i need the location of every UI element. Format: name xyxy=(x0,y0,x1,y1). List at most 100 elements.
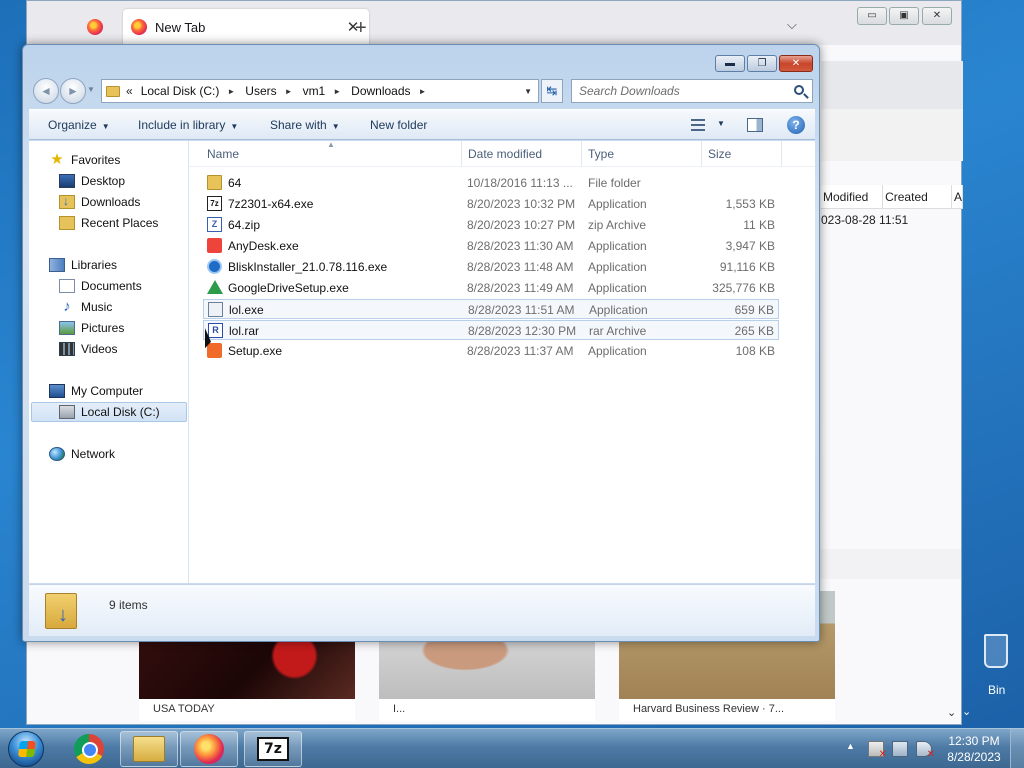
firefox-minimize-button[interactable]: ▭ xyxy=(857,7,887,25)
nav-item-pictures[interactable]: Pictures xyxy=(59,318,124,338)
file-row-7z2301-exe[interactable]: 7z 7z2301-x64.exe 8/20/2023 10:32 PM App… xyxy=(203,194,779,214)
system-clock[interactable]: 12:30 PM 8/28/2023 xyxy=(944,733,1004,765)
taskbar: 7z ▲ 12:30 PM 8/28/2023 xyxy=(0,728,1024,768)
file-row-setup-exe[interactable]: Setup.exe 8/28/2023 11:37 AM Application… xyxy=(203,341,779,361)
action-center-flag-icon[interactable] xyxy=(868,741,887,760)
breadcrumb-downloads[interactable]: Downloads xyxy=(351,84,410,98)
details-pane: 9 items xyxy=(29,584,815,636)
breadcrumb-separator[interactable]: ► xyxy=(227,87,235,96)
column-divider[interactable] xyxy=(461,141,462,167)
include-in-library-button[interactable]: Include in library ▼ xyxy=(138,118,238,132)
file-row-lol-exe[interactable]: lol.exe 8/28/2023 11:51 AM Application 6… xyxy=(203,299,779,319)
breadcrumb-separator[interactable]: ► xyxy=(333,87,341,96)
breadcrumb-separator[interactable]: ► xyxy=(285,87,293,96)
network-status-icon[interactable] xyxy=(892,741,908,757)
share-with-button[interactable]: Share with ▼ xyxy=(270,118,340,132)
file-type: Application xyxy=(588,344,647,358)
column-divider[interactable] xyxy=(701,141,702,167)
nav-item-network[interactable]: Network xyxy=(49,444,115,464)
breadcrumb-separator[interactable]: ► xyxy=(419,87,427,96)
include-label: Include in library xyxy=(138,118,226,132)
organize-button[interactable]: Organize ▼ xyxy=(48,118,110,132)
folder-icon xyxy=(207,175,222,190)
taskbar-7zip[interactable]: 7z xyxy=(244,731,302,767)
new-folder-button[interactable]: New folder xyxy=(370,118,427,132)
new-tab-button[interactable]: + xyxy=(355,17,367,40)
nav-item-downloads[interactable]: Downloads xyxy=(59,192,140,212)
file-type: Application xyxy=(588,281,647,295)
view-options-caret-icon[interactable]: ▼ xyxy=(717,119,725,128)
address-dropdown-icon[interactable]: ▼ xyxy=(518,87,538,96)
column-header-date-modified[interactable]: Date modified xyxy=(468,147,542,161)
nav-label: Recent Places xyxy=(81,216,159,230)
column-divider[interactable] xyxy=(781,141,782,167)
column-header-size[interactable]: Size xyxy=(708,147,731,161)
nav-item-music[interactable]: ♪ Music xyxy=(59,297,112,317)
file-type: Application xyxy=(588,260,647,274)
search-icon[interactable] xyxy=(794,85,804,95)
file-name: lol.exe xyxy=(229,303,264,317)
windows-logo-icon xyxy=(18,741,36,757)
close-button[interactable]: ✕ xyxy=(779,55,813,72)
file-row-lol-rar[interactable]: R lol.rar 8/28/2023 12:30 PM rar Archive… xyxy=(203,320,779,340)
help-icon[interactable]: ? xyxy=(787,116,805,134)
column-header-modified[interactable]: Modified xyxy=(821,185,884,208)
taskbar-firefox[interactable] xyxy=(180,731,238,767)
column-header-more[interactable]: A xyxy=(952,185,963,208)
chevron-down-icon[interactable]: ⌄ xyxy=(962,705,971,718)
show-hidden-icons-button[interactable]: ▲ xyxy=(846,741,855,751)
file-row-64-zip[interactable]: Z 64.zip 8/20/2023 10:27 PM zip Archive … xyxy=(203,215,779,235)
file-row-anydesk-exe[interactable]: AnyDesk.exe 8/28/2023 11:30 AM Applicati… xyxy=(203,236,779,256)
nav-label: Favorites xyxy=(71,153,121,167)
refresh-button[interactable]: ↹ xyxy=(541,79,563,103)
maximize-button[interactable]: ❐ xyxy=(747,55,777,72)
chevron-down-icon[interactable]: ⌄ xyxy=(947,706,956,719)
recycle-bin-icon[interactable] xyxy=(984,634,1008,668)
nav-label: Network xyxy=(71,447,116,461)
address-bar[interactable]: « Local Disk (C:) ► Users ► vm1 ► Downlo… xyxy=(101,79,539,103)
back-button[interactable]: ◄ xyxy=(33,78,59,104)
recent-pages-button[interactable]: ▼ xyxy=(87,85,95,94)
music-icon: ♪ xyxy=(63,298,71,315)
nav-item-local-disk[interactable]: Local Disk (C:) xyxy=(59,402,160,422)
downloads-list-row[interactable]: 023-08-28 11:51 xyxy=(821,213,908,227)
volume-muted-icon[interactable] xyxy=(916,741,935,760)
breadcrumb-local-disk[interactable]: Local Disk (C:) xyxy=(141,84,220,98)
nav-item-desktop[interactable]: Desktop xyxy=(59,171,125,191)
breadcrumb-overflow[interactable]: « xyxy=(126,84,133,98)
search-input[interactable] xyxy=(572,80,788,102)
file-row-google-drive-setup[interactable]: GoogleDriveSetup.exe 8/28/2023 11:49 AM … xyxy=(203,278,779,298)
column-header-type[interactable]: Type xyxy=(588,147,614,161)
minimize-button[interactable]: ▬ xyxy=(715,55,745,72)
nav-item-libraries[interactable]: Libraries xyxy=(49,255,117,275)
firefox-maximize-button[interactable]: ▣ xyxy=(889,7,919,25)
nav-item-my-computer[interactable]: My Computer xyxy=(49,381,143,401)
column-header-created[interactable]: Created xyxy=(883,185,952,208)
breadcrumb-users[interactable]: Users xyxy=(245,84,276,98)
firefox-pinned-tab[interactable] xyxy=(67,9,123,45)
list-all-tabs-button[interactable]: ⌵ xyxy=(787,17,797,33)
nav-item-documents[interactable]: Documents xyxy=(59,276,142,296)
file-name: AnyDesk.exe xyxy=(228,239,299,253)
chrome-icon xyxy=(74,734,104,764)
breadcrumb-vm1[interactable]: vm1 xyxy=(303,84,326,98)
recycle-bin-label[interactable]: Bin xyxy=(988,683,1005,697)
clock-date: 8/28/2023 xyxy=(947,750,1001,764)
start-button[interactable] xyxy=(8,731,44,767)
firefox-tab-new-tab[interactable]: New Tab ✕ xyxy=(123,9,369,45)
nav-item-videos[interactable]: Videos xyxy=(59,339,117,359)
nav-item-favorites[interactable]: ★ Favorites xyxy=(49,150,120,170)
preview-pane-icon[interactable] xyxy=(747,118,763,132)
change-view-icon[interactable] xyxy=(691,119,705,131)
firefox-close-button[interactable]: ✕ xyxy=(922,7,952,25)
column-header-name[interactable]: Name xyxy=(207,147,239,161)
show-desktop-button[interactable] xyxy=(1010,729,1024,768)
taskbar-explorer[interactable] xyxy=(120,731,178,767)
column-divider[interactable] xyxy=(581,141,582,167)
forward-button[interactable]: ► xyxy=(60,78,86,104)
file-row-blisk-installer[interactable]: BliskInstaller_21.0.78.116.exe 8/28/2023… xyxy=(203,257,779,277)
nav-item-recent-places[interactable]: Recent Places xyxy=(59,213,158,233)
file-row-64-folder[interactable]: 64 10/18/2016 11:13 ... File folder xyxy=(203,173,779,193)
file-size: 659 KB xyxy=(734,303,774,317)
taskbar-chrome[interactable] xyxy=(60,731,118,767)
